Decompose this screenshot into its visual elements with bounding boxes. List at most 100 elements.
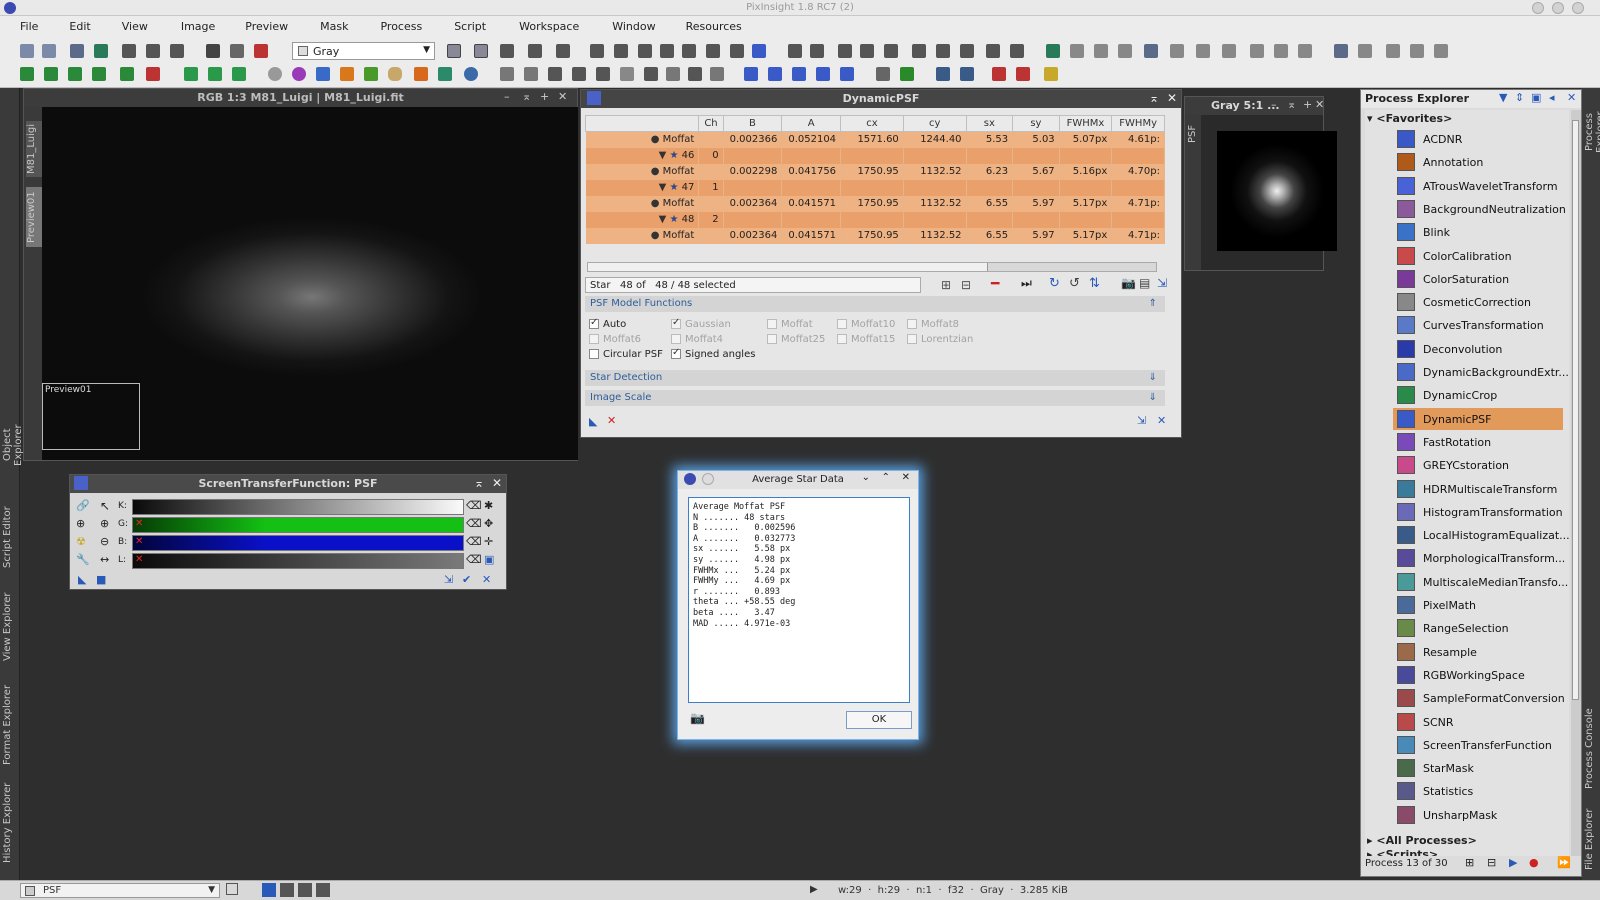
pyramid-icon[interactable] bbox=[340, 67, 354, 81]
process-item[interactable]: MorphologicalTransform... bbox=[1393, 547, 1565, 569]
preview-icon[interactable] bbox=[92, 67, 106, 81]
process-console-tab[interactable]: Process Console bbox=[1584, 708, 1600, 790]
auto-option[interactable]: Auto bbox=[589, 317, 626, 330]
cube-icon[interactable] bbox=[208, 67, 222, 81]
toggle-icon[interactable] bbox=[226, 883, 238, 895]
lorentzian-option[interactable]: Lorentzian bbox=[907, 334, 973, 345]
open-icon[interactable] bbox=[122, 44, 136, 58]
maximize-icon[interactable]: + bbox=[1303, 98, 1312, 111]
process-icon[interactable] bbox=[1250, 44, 1264, 58]
clear-icon[interactable]: ⌫ bbox=[466, 499, 482, 512]
galaxy-image[interactable]: Preview01 bbox=[42, 107, 578, 460]
zoom-icon[interactable] bbox=[884, 44, 898, 58]
zoom-icon[interactable] bbox=[638, 44, 652, 58]
new-image-icon[interactable] bbox=[94, 44, 108, 58]
menu-edit[interactable]: Edit bbox=[69, 16, 90, 38]
geometry-icon[interactable] bbox=[768, 67, 782, 81]
format-explorer-tab[interactable]: Format Explorer bbox=[2, 684, 18, 766]
process-item[interactable]: SCNR bbox=[1393, 711, 1563, 733]
execute-icon[interactable]: ▶ bbox=[1509, 856, 1517, 869]
collapse-section-icon[interactable]: ⇑ bbox=[1149, 298, 1157, 309]
clear-icon[interactable]: ⌫ bbox=[466, 517, 482, 530]
shade-icon[interactable]: ⌅ bbox=[474, 476, 484, 490]
close-image-icon[interactable] bbox=[170, 44, 184, 58]
image-icon[interactable] bbox=[70, 44, 84, 58]
col-header[interactable]: FWHMy bbox=[1111, 115, 1165, 132]
stf-icon[interactable] bbox=[528, 44, 542, 58]
stf-reset-icon[interactable] bbox=[1016, 67, 1030, 81]
star-row[interactable]: ▼ ★ 46 0 bbox=[585, 147, 1165, 164]
table-row[interactable]: ● Moffat 0.002298 0.041756 1750.95 1132.… bbox=[585, 163, 1165, 180]
circular-psf-option[interactable]: Circular PSF bbox=[589, 349, 663, 360]
psf-table[interactable]: Ch B A cx cy sx sy FWHMx FWHMy ● Moffat … bbox=[584, 115, 1165, 244]
menu-script[interactable]: Script bbox=[454, 16, 486, 38]
process-item[interactable]: LocalHistogramEqualizat... bbox=[1393, 524, 1569, 546]
col-header[interactable]: cy bbox=[902, 115, 967, 132]
grid-icon[interactable] bbox=[500, 67, 514, 81]
layout-icon[interactable] bbox=[1410, 44, 1424, 58]
moffat8-checkbox[interactable] bbox=[907, 319, 917, 329]
horizontal-arrows-icon[interactable]: ↔ bbox=[100, 553, 109, 566]
stf-link-icon[interactable] bbox=[1044, 67, 1058, 81]
new-instance-icon[interactable]: ◣ bbox=[589, 415, 597, 428]
color-icon[interactable] bbox=[876, 67, 890, 81]
zoom-out-icon[interactable] bbox=[810, 44, 824, 58]
grid-icon[interactable] bbox=[710, 67, 724, 81]
zoom-out-icon[interactable]: ⊖ bbox=[100, 535, 109, 548]
process-item[interactable]: FastRotation bbox=[1393, 431, 1563, 453]
invert-mask-icon[interactable] bbox=[230, 44, 244, 58]
vertical-scrollbar[interactable] bbox=[1571, 110, 1581, 856]
camera-icon[interactable]: 📷 bbox=[1121, 276, 1136, 290]
grid-icon[interactable] bbox=[644, 67, 658, 81]
record-icon[interactable]: ● bbox=[1529, 856, 1539, 869]
move-icon[interactable] bbox=[682, 44, 696, 58]
process-tree[interactable]: ▾ <Favorites> ACDNR Annotation ATrousWavel… bbox=[1365, 110, 1569, 856]
moffat10-option[interactable]: Moffat10 bbox=[837, 319, 895, 330]
stf-icon[interactable] bbox=[500, 44, 514, 58]
link-icon[interactable]: 🔗 bbox=[76, 499, 90, 512]
zoom-in-icon[interactable] bbox=[788, 44, 802, 58]
process-item[interactable]: Annotation bbox=[1393, 151, 1563, 173]
menu-file[interactable]: File bbox=[20, 16, 38, 38]
zoom-in-icon[interactable]: ⊕ bbox=[100, 517, 109, 530]
process-item[interactable]: ACDNR bbox=[1393, 128, 1563, 150]
col-header[interactable]: sx bbox=[965, 115, 1014, 132]
play-icon[interactable] bbox=[414, 67, 428, 81]
readout-icon[interactable] bbox=[706, 44, 720, 58]
process-item[interactable]: ScreenTransferFunction bbox=[1393, 734, 1563, 756]
psf-star-image[interactable] bbox=[1217, 131, 1337, 251]
play-icon[interactable]: ▶ bbox=[810, 884, 818, 895]
process-item[interactable]: GREYCstoration bbox=[1393, 454, 1563, 476]
process-item[interactable]: PixelMath bbox=[1393, 594, 1563, 616]
col-header[interactable]: cx bbox=[840, 115, 904, 132]
favorites-node[interactable]: ▾ <Favorites> bbox=[1367, 112, 1452, 125]
preview-icon[interactable] bbox=[68, 67, 82, 81]
grid-icon[interactable] bbox=[620, 67, 634, 81]
menu-process[interactable]: Process bbox=[380, 16, 422, 38]
col-header[interactable]: sy bbox=[1012, 115, 1060, 132]
geometry-icon[interactable] bbox=[840, 67, 854, 81]
moffat-option[interactable]: Moffat bbox=[767, 319, 813, 330]
file-explorer-tab[interactable]: File Explorer bbox=[1584, 804, 1600, 874]
image-window[interactable]: RGB 1:3 M81_Luigi | M81_Luigi.fit – ⌅ + … bbox=[23, 88, 578, 461]
l-channel-bar[interactable]: ✕ bbox=[132, 553, 464, 569]
moffat4-option[interactable]: Moffat4 bbox=[671, 334, 723, 345]
process-item[interactable]: DynamicCrop bbox=[1393, 384, 1563, 406]
close-icon[interactable]: ✕ bbox=[1567, 91, 1576, 104]
mask-icon[interactable] bbox=[206, 44, 220, 58]
lorentzian-checkbox[interactable] bbox=[907, 334, 917, 344]
moffat15-checkbox[interactable] bbox=[837, 334, 847, 344]
horizontal-scrollbar[interactable] bbox=[587, 262, 1157, 272]
pin-icon[interactable] bbox=[702, 473, 714, 485]
col-header[interactable]: FWHMx bbox=[1058, 115, 1113, 132]
minimize-icon[interactable]: – bbox=[1271, 98, 1277, 111]
scrollbar-thumb[interactable] bbox=[1572, 120, 1579, 700]
process-icon[interactable] bbox=[1144, 44, 1158, 58]
b-channel-bar[interactable]: ✕ bbox=[132, 535, 464, 551]
process-item[interactable]: ColorCalibration bbox=[1393, 245, 1563, 267]
document-icon[interactable]: ▤ bbox=[1139, 276, 1150, 290]
delete-preview-icon[interactable] bbox=[146, 67, 160, 81]
minimize-app-button[interactable] bbox=[1532, 2, 1544, 14]
delete-star-icon[interactable]: ━ bbox=[991, 276, 999, 292]
scrollbar-thumb[interactable] bbox=[588, 263, 988, 271]
